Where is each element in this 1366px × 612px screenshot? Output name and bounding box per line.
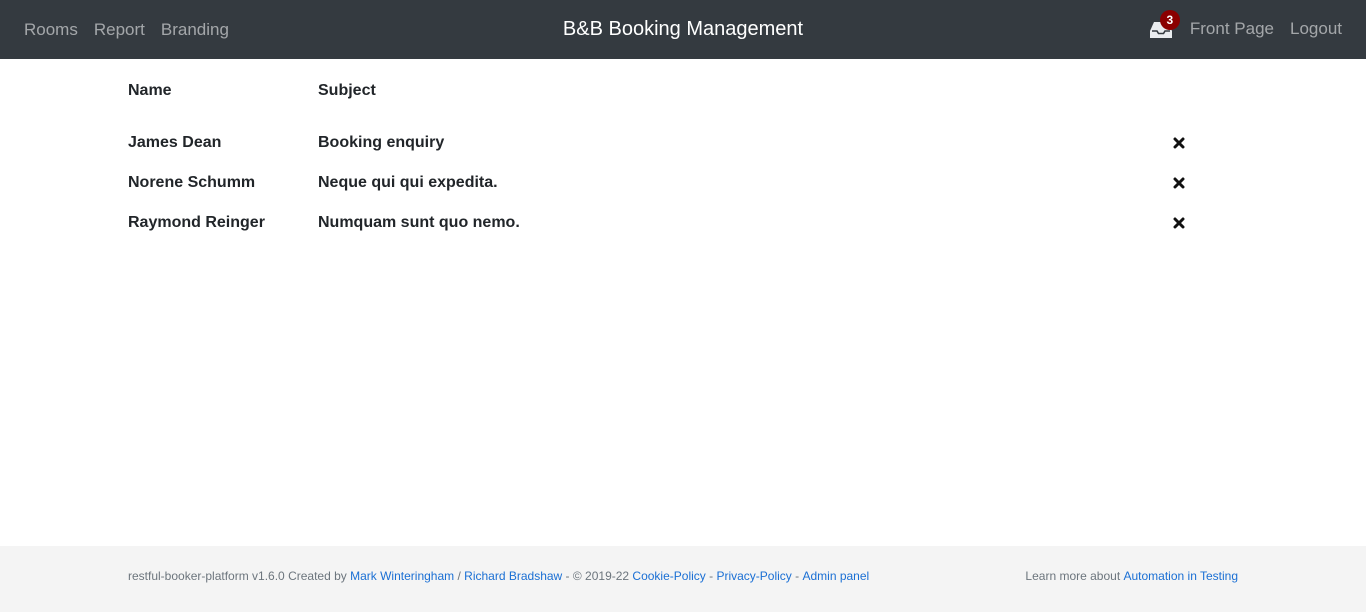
footer-dash: - [791, 569, 803, 583]
learn-more-text: Learn more about [1025, 569, 1124, 583]
unread-count-badge: 3 [1159, 9, 1180, 30]
footer-credits: restful-booker-platform v1.6.0 Created b… [128, 546, 869, 606]
messages-table: Name Subject James Dean Booking enquiry … [128, 59, 1238, 243]
nav-rooms-link[interactable]: Rooms [24, 20, 78, 40]
admin-panel-link[interactable]: Admin panel [802, 569, 869, 583]
nav-report-link[interactable]: Report [94, 20, 145, 40]
automation-in-testing-link[interactable]: Automation in Testing [1123, 569, 1238, 583]
table-row[interactable]: Raymond Reinger Numquam sunt quo nemo. [128, 203, 1238, 243]
message-sender-name: Raymond Reinger [128, 214, 265, 231]
footer-learn-more: Learn more about Automation in Testing [1025, 546, 1238, 606]
privacy-policy-link[interactable]: Privacy-Policy [716, 569, 791, 583]
cookie-policy-link[interactable]: Cookie-Policy [632, 569, 705, 583]
delete-message-button[interactable] [1172, 203, 1186, 243]
nav-right-links: 3 Front Page Logout [1149, 0, 1342, 57]
message-subject: Neque qui qui expedita. [318, 174, 498, 191]
footer-copyright: - © 2019-22 [562, 569, 633, 583]
message-subject: Numquam sunt quo nemo. [318, 214, 520, 231]
close-icon [1173, 217, 1185, 229]
nav-left-links: Rooms Report Branding [24, 0, 229, 59]
name-column-header: Name [128, 82, 172, 99]
table-row[interactable]: James Dean Booking enquiry [128, 123, 1238, 163]
close-icon [1173, 177, 1185, 189]
footer: restful-booker-platform v1.6.0 Created b… [0, 546, 1366, 612]
message-subject: Booking enquiry [318, 134, 445, 151]
logout-link[interactable]: Logout [1290, 19, 1342, 39]
nav-branding-link[interactable]: Branding [161, 20, 229, 40]
delete-message-button[interactable] [1172, 163, 1186, 203]
messages-inbox-button[interactable]: 3 [1149, 9, 1180, 40]
message-sender-name: Norene Schumm [128, 174, 256, 191]
footer-version-text: restful-booker-platform v1.6.0 Created b… [128, 569, 351, 583]
navbar: Rooms Report Branding B&B Booking Manage… [0, 0, 1366, 59]
author-mark-link[interactable]: Mark Winteringham [350, 569, 454, 583]
close-icon [1173, 137, 1185, 149]
footer-dash: - [705, 569, 717, 583]
subject-column-header: Subject [318, 82, 376, 99]
footer-separator: / [454, 569, 465, 583]
delete-message-button[interactable] [1172, 123, 1186, 163]
table-row[interactable]: Norene Schumm Neque qui qui expedita. [128, 163, 1238, 203]
message-sender-name: James Dean [128, 134, 222, 151]
table-header-row: Name Subject [128, 59, 1238, 123]
front-page-link[interactable]: Front Page [1190, 19, 1274, 39]
author-richard-link[interactable]: Richard Bradshaw [464, 569, 562, 583]
